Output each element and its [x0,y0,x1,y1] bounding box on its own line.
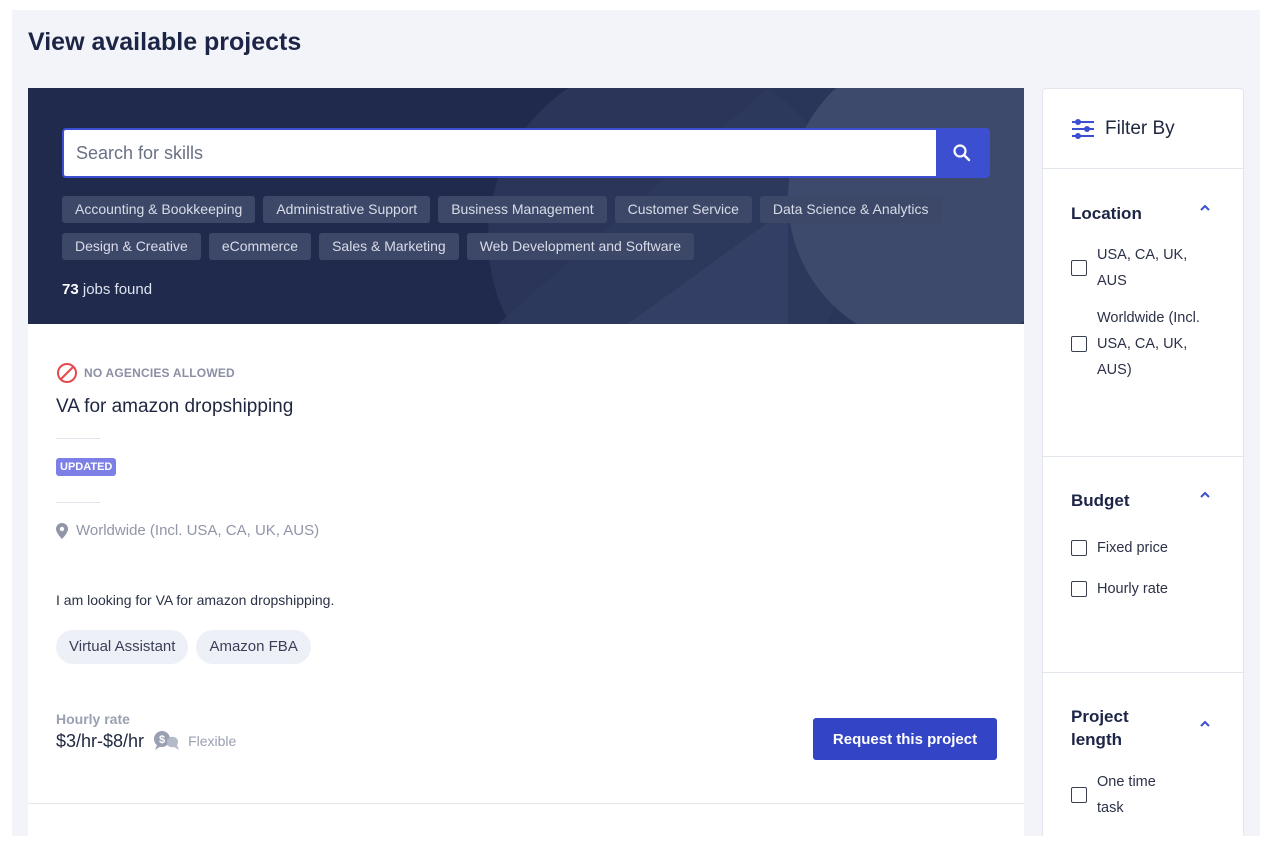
updated-badge: UPDATED [56,458,117,476]
rate-value: $3/hr-$8/hr [56,730,145,751]
search-hero: Accounting & Bookkeeping Administrative … [28,88,1024,324]
length-option-one-time[interactable]: One time task [1071,769,1181,821]
svg-text:$: $ [159,734,165,746]
search-button[interactable] [936,130,988,176]
location-filter-title: Location [1071,204,1142,223]
length-one-time-checkbox[interactable] [1071,787,1087,803]
no-agencies-label: NO AGENCIES ALLOWED [84,366,235,380]
budget-hourly-checkbox[interactable] [1071,581,1087,597]
chevron-up-icon[interactable] [1198,488,1212,502]
project-length-filter-title: Project length [1071,707,1129,749]
projects-panel: Accounting & Bookkeeping Administrative … [28,88,1024,836]
rate-flexible: Flexible [188,733,237,749]
no-agencies-notice: NO AGENCIES ALLOWED [56,362,235,384]
location-usa-checkbox[interactable] [1071,260,1087,276]
job-location-text: Worldwide (Incl. USA, CA, UK, AUS) [76,522,320,539]
divider [56,502,100,503]
job-description: I am looking for VA for amazon dropshipp… [56,592,335,608]
job-title[interactable]: VA for amazon dropshipping [56,396,293,418]
jobs-count-number: 73 [62,281,79,298]
budget-filter: Budget Fixed price Hourly rate [1043,457,1243,673]
budget-hourly-label: Hourly rate [1097,581,1168,597]
budget-fixed-label: Fixed price [1097,540,1168,556]
project-length-filter: Project length One time task [1043,673,1243,836]
length-one-time-label: One time task [1097,774,1156,816]
search-input[interactable] [64,130,936,176]
budget-option-fixed[interactable]: Fixed price [1071,535,1221,561]
budget-fixed-checkbox[interactable] [1071,540,1087,556]
page-title: View available projects [28,28,302,56]
map-pin-icon [56,522,68,539]
page: View available projects Accounting [12,10,1260,836]
location-usa-label: USA, CA, UK, AUS [1097,247,1188,289]
location-filter: Location USA, CA, UK, AUS Worldwide (Inc… [1043,169,1243,457]
skill-chip: Virtual Assistant [56,630,189,664]
category-tag[interactable]: Business Management [438,196,607,223]
category-tag[interactable]: Accounting & Bookkeeping [62,196,256,223]
category-tag[interactable]: Sales & Marketing [319,233,459,260]
location-worldwide-checkbox[interactable] [1071,336,1087,352]
request-project-button[interactable]: Request this project [813,718,997,760]
filter-sidebar: Filter By Location USA, CA, UK, AUS Worl… [1042,88,1244,836]
location-option-worldwide[interactable]: Worldwide (Incl. USA, CA, UK, AUS) [1071,305,1203,383]
budget-option-hourly[interactable]: Hourly rate [1071,576,1171,602]
chevron-up-icon[interactable] [1198,201,1212,215]
category-tag[interactable]: Web Development and Software [466,233,694,260]
search-icon [953,144,971,162]
job-location: Worldwide (Incl. USA, CA, UK, AUS) [56,522,319,539]
filter-header: Filter By [1043,89,1243,169]
jobs-found-count: 73 jobs found [62,281,152,298]
chevron-up-icon[interactable] [1198,717,1212,731]
no-entry-icon [57,363,77,383]
category-tags: Accounting & Bookkeeping Administrative … [62,196,992,260]
divider [56,438,100,439]
category-tag[interactable]: Customer Service [614,196,752,223]
category-tag[interactable]: Design & Creative [62,233,201,260]
sliders-icon [1072,118,1094,139]
category-tag[interactable]: Data Science & Analytics [759,196,942,223]
filter-title: Filter By [1105,117,1175,139]
rate-label: Hourly rate [56,711,130,727]
skill-chip: Amazon FBA [196,630,311,664]
category-tag[interactable]: eCommerce [208,233,312,260]
category-tag[interactable]: Administrative Support [263,196,431,223]
negotiate-chat-icon: $ [154,731,180,750]
location-option-usa[interactable]: USA, CA, UK, AUS [1071,242,1191,294]
jobs-count-label: jobs found [78,281,153,298]
rate-row: $3/hr-$8/hr $ Flexible [56,730,236,752]
location-worldwide-label: Worldwide (Incl. USA, CA, UK, AUS) [1097,310,1200,378]
skills-search-box [62,128,990,178]
job-skills: Virtual Assistant Amazon FBA [56,630,311,664]
budget-filter-title: Budget [1071,491,1130,510]
job-card: NO AGENCIES ALLOWED VA for amazon dropsh… [28,324,1024,804]
